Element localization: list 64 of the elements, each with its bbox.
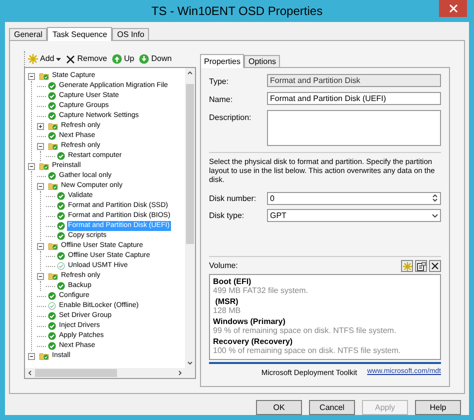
folder-check-icon bbox=[39, 72, 49, 80]
folder-check-icon bbox=[48, 242, 58, 250]
scroll-thumb[interactable] bbox=[186, 84, 194, 244]
tab[interactable]: Task Sequence bbox=[47, 27, 112, 41]
readonly-field[interactable]: Format and Partition Disk bbox=[267, 74, 441, 87]
folder-check-icon bbox=[39, 352, 49, 360]
toolbar-button[interactable]: Remove bbox=[66, 53, 108, 65]
volume-name[interactable]: Windows (Primary) bbox=[213, 317, 437, 326]
toolbar-button[interactable]: Add bbox=[28, 53, 62, 65]
field-label: Name: bbox=[209, 94, 234, 106]
collapse-icon[interactable] bbox=[28, 162, 35, 170]
disk-number-spinner[interactable]: 0 bbox=[267, 192, 441, 205]
spinner-arrows-icon bbox=[432, 193, 438, 203]
tab[interactable]: OS Info bbox=[112, 28, 150, 40]
name-field[interactable]: Format and Partition Disk (UEFI) bbox=[267, 92, 441, 105]
close-icon bbox=[431, 262, 439, 270]
folder-check-icon bbox=[48, 272, 58, 280]
volume-label: Volume: bbox=[209, 260, 238, 272]
dialog-button[interactable]: Help bbox=[415, 400, 461, 415]
dialog-button[interactable]: Cancel bbox=[309, 400, 355, 415]
collapse-icon[interactable] bbox=[37, 182, 44, 190]
volume-detail: 128 MB bbox=[213, 306, 242, 315]
field-label: Type: bbox=[209, 76, 230, 88]
volume-detail: 100 % of remaining space on disk. NTFS file system. bbox=[213, 346, 402, 355]
delete-volume-button[interactable] bbox=[429, 260, 441, 272]
collapse-icon[interactable] bbox=[28, 352, 35, 360]
disk-type-dropdown[interactable]: GPT bbox=[267, 209, 441, 222]
toolbar-button[interactable]: Down bbox=[139, 53, 172, 65]
dialog-button[interactable]: OK bbox=[256, 400, 302, 415]
expand-icon[interactable] bbox=[37, 122, 44, 130]
folder-check-icon bbox=[48, 142, 58, 150]
collapse-icon[interactable] bbox=[28, 72, 35, 80]
close-icon bbox=[66, 54, 76, 64]
volume-detail: 499 MB FAT32 file system. bbox=[213, 286, 309, 295]
folder-check-icon bbox=[48, 122, 58, 130]
tab[interactable]: Options bbox=[244, 55, 280, 67]
close-icon bbox=[448, 4, 458, 13]
field-label: Disk number: bbox=[209, 192, 258, 204]
close-button[interactable] bbox=[439, 0, 467, 17]
volume-name[interactable]: (MSR) bbox=[213, 297, 437, 306]
folder-check-icon bbox=[39, 162, 49, 170]
vertical-scrollbar[interactable] bbox=[185, 68, 195, 368]
window-title: TS - Win10ENT OSD Properties bbox=[151, 3, 323, 20]
starburst-icon bbox=[402, 262, 412, 270]
volume-detail: 99 % of remaining space on disk. NTFS file system. bbox=[213, 326, 398, 335]
toolbar-button[interactable]: Up bbox=[112, 53, 134, 65]
horizontal-scrollbar[interactable] bbox=[25, 368, 195, 378]
caret-icon bbox=[56, 58, 62, 60]
starburst-icon bbox=[28, 54, 38, 64]
volume-name[interactable]: Recovery (Recovery) bbox=[213, 337, 437, 346]
volume-properties-button[interactable] bbox=[415, 260, 427, 272]
collapse-icon[interactable] bbox=[37, 242, 44, 250]
tab[interactable]: General bbox=[9, 28, 48, 40]
folder-check-icon bbox=[48, 182, 58, 190]
collapse-icon[interactable] bbox=[37, 142, 44, 150]
description-field[interactable] bbox=[267, 110, 441, 146]
tab[interactable]: Properties bbox=[200, 54, 244, 68]
collapse-icon[interactable] bbox=[37, 272, 44, 280]
field-label: Disk type: bbox=[209, 210, 246, 222]
volume-name[interactable]: Boot (EFI) bbox=[213, 277, 437, 286]
scroll-thumb[interactable] bbox=[35, 369, 117, 377]
chevron-down-icon bbox=[432, 214, 438, 218]
field-label: Description: bbox=[209, 112, 252, 124]
properties-icon bbox=[416, 262, 426, 270]
